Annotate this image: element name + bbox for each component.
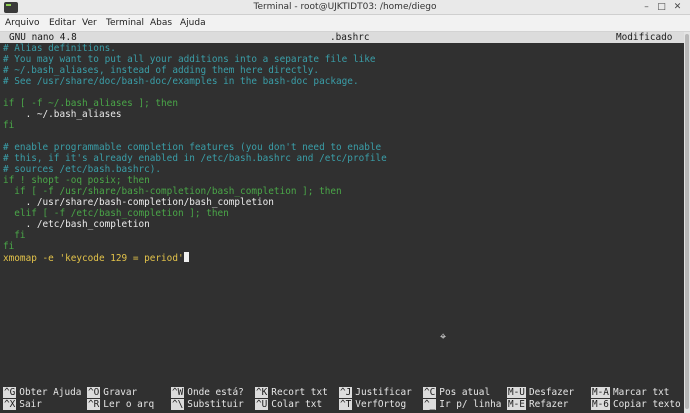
code-line: # Alias definitions.: [3, 43, 116, 54]
code-line: # enable programmable completion feature…: [3, 142, 382, 153]
shortcut-replace[interactable]: ^\ Substituir: [171, 399, 244, 410]
shortcut-spell[interactable]: ^T VerfOrtog: [339, 399, 406, 410]
shortcut-label: Copiar texto: [612, 399, 681, 410]
shortcut-label: Ler o arq: [103, 399, 155, 410]
shortcut-key: ^J: [339, 387, 353, 398]
nano-shortcuts: ^G Obter Ajuda ^O Gravar ^W Onde está? ^K Re…: [0, 387, 684, 413]
menu-editar[interactable]: Editar: [49, 17, 76, 30]
shortcut-label: Marcar txt: [612, 387, 670, 398]
shortcut-read-file[interactable]: ^R Ler o arq: [87, 399, 154, 410]
terminal-area[interactable]: GNU nano 4.8 .bashrc Modificado # Alias …: [0, 32, 684, 413]
shortcut-key: ^W: [171, 387, 185, 398]
code-line: # sources /etc/bash.bashrc).: [3, 164, 162, 175]
text-cursor: [183, 252, 189, 262]
maximize-icon[interactable]: □: [656, 2, 667, 13]
shortcut-cut[interactable]: ^K Recort txt: [255, 387, 328, 398]
code-line-current[interactable]: xmomap -e 'keycode 129 = period': [3, 252, 189, 264]
code-line: # See /usr/share/doc/bash-doc/examples i…: [3, 76, 359, 87]
shortcut-paste[interactable]: ^U Colar txt: [255, 399, 322, 410]
shortcut-label: Substituir: [187, 399, 244, 410]
shortcut-key: M-6: [591, 399, 610, 410]
shortcut-copy[interactable]: M-6 Copiar texto: [591, 399, 681, 410]
nano-filename: .bashrc: [330, 32, 370, 43]
shortcut-key: ^K: [255, 387, 269, 398]
code-line: . /usr/share/bash-completion/bash_comple…: [3, 197, 274, 208]
menu-ajuda[interactable]: Ajuda: [180, 17, 206, 30]
shortcut-key: ^C: [423, 387, 437, 398]
menu-abas[interactable]: Abas: [150, 17, 172, 30]
shortcut-label: Colar txt: [271, 399, 323, 410]
shortcut-label: Desfazer: [528, 387, 575, 398]
close-icon[interactable]: ✕: [672, 2, 683, 13]
code-line: # this, if it's already enabled in /etc/…: [3, 153, 387, 164]
shortcut-undo[interactable]: M-U Desfazer: [507, 387, 574, 398]
code-line: # ~/.bash_aliases, instead of adding the…: [3, 65, 320, 76]
code-line: . ~/.bash_aliases: [3, 109, 122, 120]
nano-version: GNU nano 4.8: [9, 32, 77, 43]
window-titlebar: Terminal - root@UJKTIDT03: /home/diego –…: [0, 0, 690, 15]
shortcut-label: Pos atual: [439, 387, 491, 398]
shortcut-where-is[interactable]: ^W Onde está?: [171, 387, 244, 398]
nano-status: Modificado: [616, 32, 673, 43]
menu-terminal[interactable]: Terminal: [106, 17, 144, 30]
shortcut-label: Sair: [19, 399, 42, 410]
shortcut-label: Onde está?: [187, 387, 244, 398]
code-line-text: xmomap -e 'keycode 129 = period': [3, 253, 184, 264]
shortcut-justify[interactable]: ^J Justificar: [339, 387, 412, 398]
shortcut-key: ^\: [171, 399, 185, 410]
code-line: fi: [3, 230, 26, 241]
shortcut-key: ^O: [87, 387, 101, 398]
code-line: if [ -f /usr/share/bash-completion/bash_…: [3, 186, 342, 197]
code-line: if [ -f ~/.bash_aliases ]; then: [3, 98, 178, 109]
shortcut-key: ^G: [3, 387, 17, 398]
shortcut-cur-pos[interactable]: ^C Pos atual: [423, 387, 490, 398]
shortcut-label: Gravar: [103, 387, 138, 398]
shortcut-redo[interactable]: M-E Refazer: [507, 399, 568, 410]
menu-arquivo[interactable]: Arquivo: [5, 17, 39, 30]
mouse-ibeam-icon: ⌖: [440, 330, 447, 343]
code-line: # You may want to put all your additions…: [3, 54, 376, 65]
shortcut-label: Obter Ajuda: [19, 387, 82, 398]
menu-ver[interactable]: Ver: [82, 17, 97, 30]
code-line: elif [ -f /etc/bash_completion ]; then: [3, 208, 229, 219]
code-line: if ! shopt -oq posix; then: [3, 175, 150, 186]
shortcut-key: ^X: [3, 399, 17, 410]
nano-header: GNU nano 4.8 .bashrc Modificado: [0, 32, 684, 43]
shortcut-label: Refazer: [528, 399, 569, 410]
shortcut-save[interactable]: ^O Gravar: [87, 387, 137, 398]
shortcut-key: ^U: [255, 399, 269, 410]
code-line: . /etc/bash_completion: [3, 219, 150, 230]
shortcut-go-to-line[interactable]: ^_ Ir p/ linha: [423, 399, 501, 410]
shortcut-key: ^T: [339, 399, 353, 410]
menubar: Arquivo Editar Ver Terminal Abas Ajuda: [0, 15, 690, 32]
code-line: fi: [3, 120, 15, 131]
shortcut-label: Recort txt: [271, 387, 328, 398]
shortcut-key: M-E: [507, 399, 526, 410]
scrollbar-thumb[interactable]: [685, 34, 689, 409]
shortcut-help[interactable]: ^G Obter Ajuda: [3, 387, 81, 398]
shortcut-key: M-U: [507, 387, 526, 398]
window-title: Terminal - root@UJKTIDT03: /home/diego: [253, 2, 437, 12]
shortcut-label: Justificar: [355, 387, 412, 398]
shortcut-key: ^R: [87, 399, 101, 410]
shortcut-key: M-A: [591, 387, 610, 398]
shortcut-label: Ir p/ linha: [439, 399, 502, 410]
shortcut-exit[interactable]: ^X Sair: [3, 399, 42, 410]
shortcut-key: ^_: [423, 399, 437, 410]
minimize-icon[interactable]: –: [641, 2, 652, 13]
code-line: fi: [3, 241, 15, 252]
terminal-scrollbar[interactable]: [684, 32, 690, 413]
shortcut-mark[interactable]: M-A Marcar txt: [591, 387, 669, 398]
shortcut-label: VerfOrtog: [355, 399, 407, 410]
